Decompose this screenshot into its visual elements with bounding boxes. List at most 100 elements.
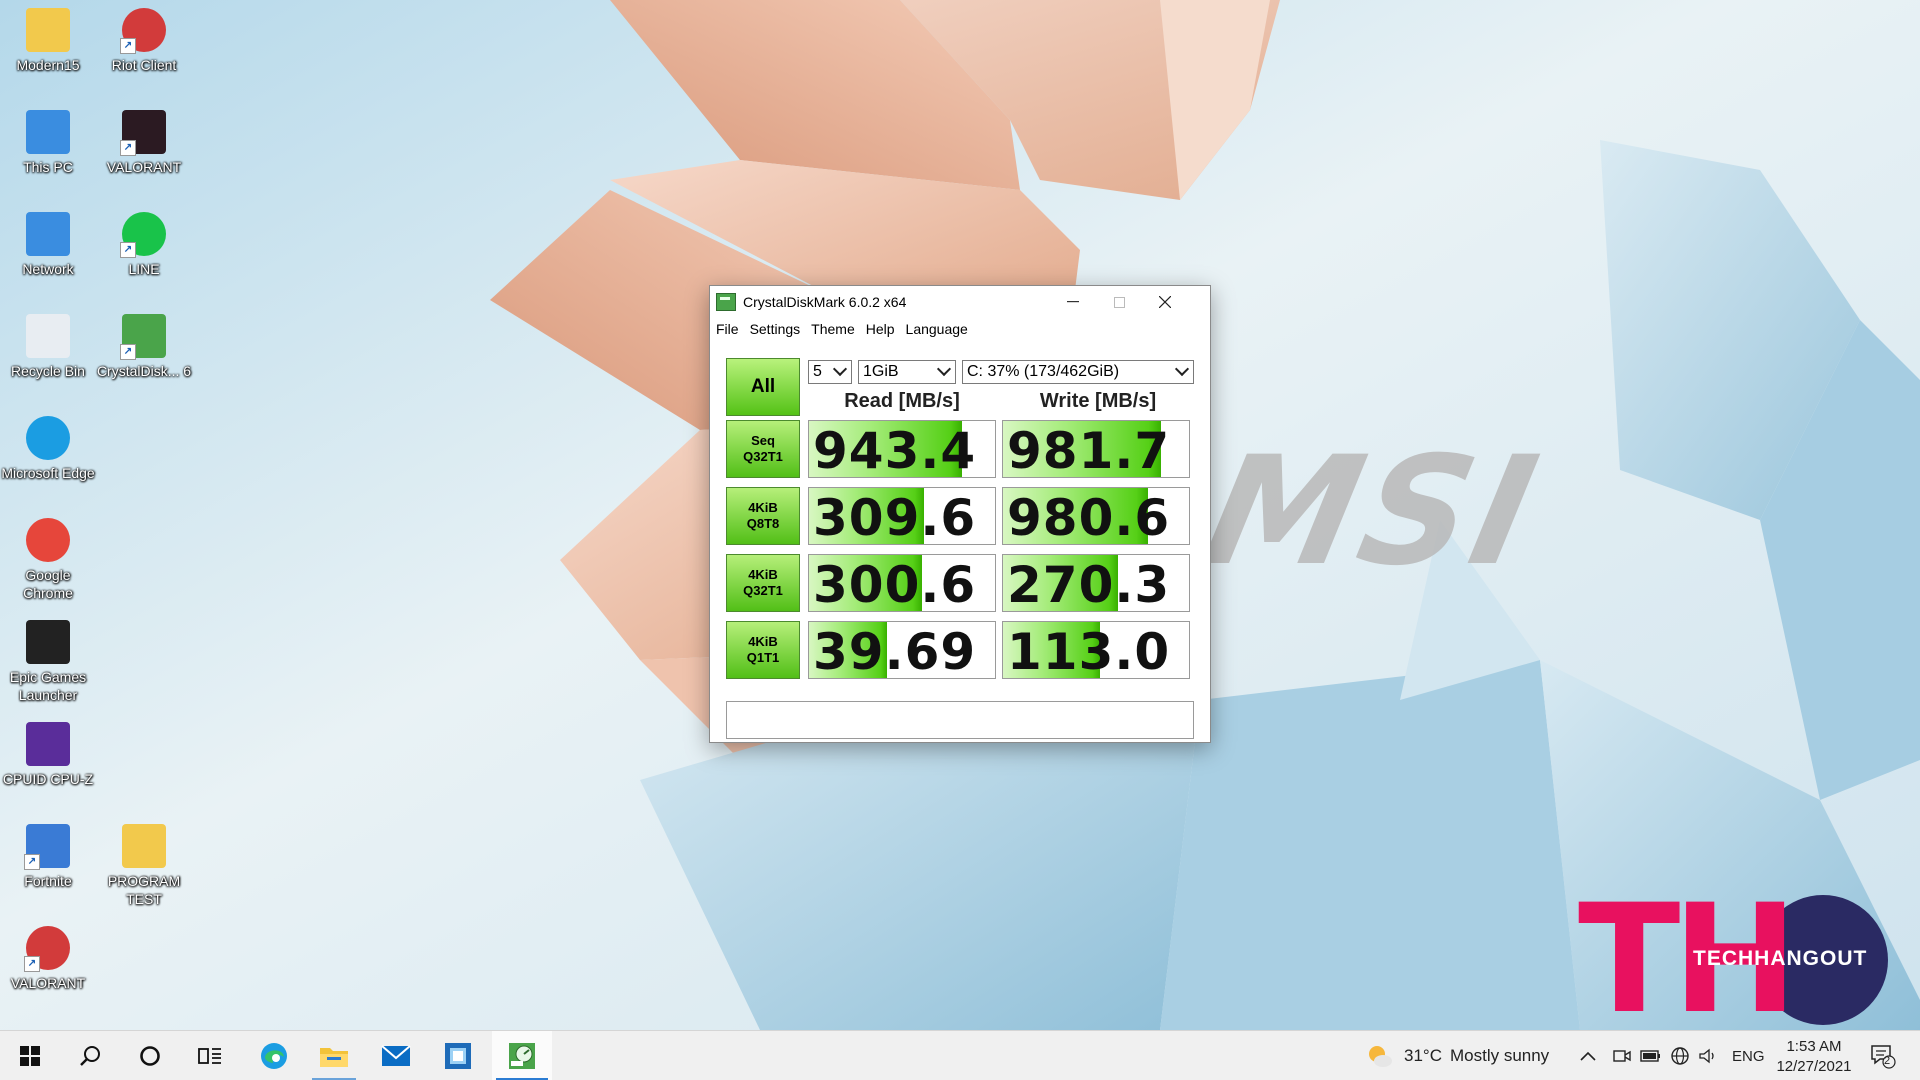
test-button-row-4[interactable]: 4KiB Q1T1 <box>726 621 800 679</box>
desktop-icon-valorant[interactable]: ↗ VALORANT <box>96 110 192 176</box>
minimize-button[interactable] <box>1050 286 1096 318</box>
battery-button[interactable] <box>1640 1031 1662 1080</box>
menu-language[interactable]: Language <box>906 321 968 337</box>
write-speed-value: 981.7 <box>1007 422 1171 478</box>
read-speed-value: 300.6 <box>813 556 977 612</box>
test-label2: Q32T1 <box>743 583 783 598</box>
desktop-icon-label: Network <box>22 261 74 277</box>
recycle-bin-icon <box>26 314 70 358</box>
menu-help[interactable]: Help <box>866 321 895 337</box>
input-language-indicator[interactable]: ENG <box>1732 1031 1765 1080</box>
desktop-icon-this-pc[interactable]: This PC <box>0 110 96 176</box>
notification-center-button[interactable]: 2 <box>1870 1031 1896 1080</box>
notification-count: 2 <box>1884 1055 1891 1067</box>
this-pc-icon <box>26 110 70 154</box>
valorant-icon: ↗ <box>120 110 166 156</box>
comment-field[interactable] <box>726 701 1194 739</box>
desktop-icon-riot-valorant[interactable]: ↗ VALORANT <box>0 926 96 992</box>
task-view-icon <box>198 1048 221 1064</box>
weather-widget[interactable]: 31°C Mostly sunny <box>1366 1031 1549 1080</box>
chrome-icon <box>26 518 70 562</box>
taskbar-clock[interactable]: 1:53 AM 12/27/2021 <box>1772 1037 1856 1077</box>
desktop-icon-cpu-z[interactable]: CPUID CPU-Z <box>0 722 96 788</box>
maximize-button[interactable] <box>1096 286 1142 318</box>
file-explorer-icon <box>320 1048 348 1067</box>
volume-button[interactable] <box>1698 1031 1718 1080</box>
desktop-icon-riot-client[interactable]: ↗ Riot Client <box>96 8 192 74</box>
desktop-icon-line[interactable]: ↗ LINE <box>96 212 192 278</box>
crystaldiskmark-icon: ↗ <box>120 314 166 360</box>
crystaldiskmark-window[interactable]: CrystalDiskMark 6.0.2 x64 File Settings … <box>709 285 1211 743</box>
meet-now-icon <box>1613 1050 1631 1062</box>
crystaldiskmark-icon <box>509 1043 535 1069</box>
desktop-icon-recycle-bin[interactable]: Recycle Bin <box>0 314 96 380</box>
close-button[interactable] <box>1142 286 1188 318</box>
taskbar-file-explorer[interactable] <box>306 1031 362 1080</box>
window-titlebar[interactable]: CrystalDiskMark 6.0.2 x64 <box>710 286 1210 318</box>
write-speed-value: 270.3 <box>1007 556 1171 612</box>
menu-theme[interactable]: Theme <box>811 321 855 337</box>
desktop-icon-user-folder[interactable]: Modern15 <box>0 8 96 74</box>
battery-icon <box>1640 1050 1660 1062</box>
start-button[interactable] <box>2 1031 58 1080</box>
desktop-icon-chrome[interactable]: Google Chrome <box>0 518 96 602</box>
weather-temperature: 31°C <box>1404 1046 1442 1065</box>
maximize-icon <box>1113 296 1125 308</box>
desktop-icon-label: Microsoft Edge <box>1 465 95 481</box>
shortcut-arrow-icon: ↗ <box>120 140 136 156</box>
test-button-row-2[interactable]: 4KiB Q8T8 <box>726 487 800 545</box>
menu-settings[interactable]: Settings <box>750 321 801 337</box>
test-label1: 4KiB <box>748 567 778 582</box>
desktop-icon-network[interactable]: Network <box>0 212 96 278</box>
menu-file[interactable]: File <box>716 321 739 337</box>
taskbar-edge[interactable] <box>246 1031 302 1080</box>
taskbar-crystaldiskmark[interactable] <box>492 1031 552 1080</box>
network-button[interactable] <box>1670 1031 1690 1080</box>
desktop-icon-label: CrystalDisk... 6 <box>96 363 192 379</box>
edge-icon <box>261 1043 287 1069</box>
fortnite-icon: ↗ <box>24 824 70 870</box>
globe-network-icon <box>1671 1047 1689 1065</box>
desktop-icon-edge[interactable]: Microsoft Edge <box>0 416 96 482</box>
desktop-icon-crystaldiskmark[interactable]: ↗ CrystalDisk... 6 <box>96 314 192 380</box>
taskbar-photos[interactable] <box>430 1031 486 1080</box>
cortana-button[interactable] <box>122 1031 178 1080</box>
test-count-select[interactable]: 5 <box>808 360 852 384</box>
search-button[interactable] <box>62 1031 118 1080</box>
taskbar-mail[interactable] <box>368 1031 424 1080</box>
desktop-icon-label: LINE <box>128 261 160 277</box>
line-icon: ↗ <box>120 212 166 258</box>
test-size-select[interactable]: 1GiB <box>858 360 956 384</box>
desktop-icon-epic-games[interactable]: Epic Games Launcher <box>0 620 96 704</box>
desktop-icon-folder[interactable]: PROGRAM TEST <box>96 824 192 908</box>
drive-select[interactable]: C: 37% (173/462GiB) <box>962 360 1194 384</box>
desktop-icon-fortnite[interactable]: ↗ Fortnite <box>0 824 96 890</box>
read-result-row-2: 309.6 <box>808 487 996 545</box>
notification-icon <box>1871 1045 1896 1069</box>
shortcut-arrow-icon: ↗ <box>120 344 136 360</box>
desktop-icon-label: Modern15 <box>16 57 80 73</box>
read-speed-value: 943.4 <box>813 422 977 478</box>
run-all-button[interactable]: All <box>726 358 800 416</box>
shortcut-arrow-icon: ↗ <box>120 242 136 258</box>
test-label1: 4KiB <box>748 634 778 649</box>
task-view-button[interactable] <box>182 1031 238 1080</box>
edge-icon <box>26 416 70 460</box>
user-folder-icon <box>26 8 70 52</box>
crystaldiskmark-app-icon <box>716 293 736 311</box>
read-result-row-3: 300.6 <box>808 554 996 612</box>
write-speed-value: 980.6 <box>1007 489 1171 545</box>
test-label2: Q32T1 <box>743 449 783 464</box>
techhangout-watermark: TH TECHHANGOUT <box>1578 885 1888 1035</box>
desktop-icon-label: VALORANT <box>10 975 86 991</box>
test-button-row-1[interactable]: Seq Q32T1 <box>726 420 800 478</box>
shortcut-arrow-icon: ↗ <box>120 38 136 54</box>
meet-now-button[interactable] <box>1612 1031 1632 1080</box>
read-column-header: Read [MB/s] <box>844 390 960 412</box>
clock-date: 12/27/2021 <box>1776 1058 1852 1075</box>
windows-start-icon <box>20 1046 40 1066</box>
cortana-icon <box>140 1046 160 1066</box>
show-hidden-icons-button[interactable] <box>1580 1031 1596 1080</box>
desktop-icon-label: CPUID CPU-Z <box>2 771 94 787</box>
test-button-row-3[interactable]: 4KiB Q32T1 <box>726 554 800 612</box>
